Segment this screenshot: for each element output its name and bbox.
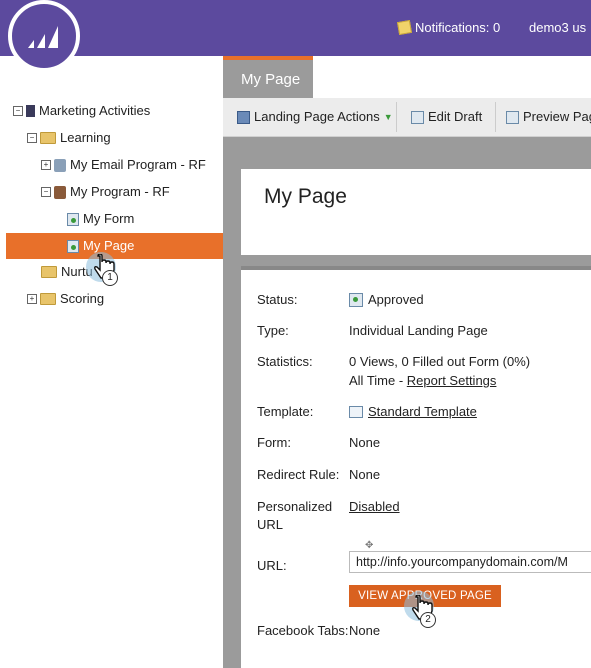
tree-label: My Program - RF — [70, 184, 170, 199]
toolbar-divider — [495, 102, 496, 132]
resize-handle-icon: ✥ — [365, 540, 374, 551]
folder-icon — [40, 293, 56, 305]
landing-page-actions-button[interactable]: Landing Page Actions ▼ — [237, 98, 393, 136]
tab-accent — [223, 56, 313, 60]
tree-item-email-program[interactable]: + My Email Program - RF — [41, 153, 206, 177]
tree-label: Marketing Activities — [39, 103, 151, 118]
type-label: Type: — [257, 323, 289, 338]
form-value: None — [349, 435, 381, 450]
template-value: Standard Template — [349, 404, 477, 419]
form-icon — [67, 212, 79, 226]
collapse-icon[interactable]: − — [13, 106, 23, 116]
expand-icon[interactable]: + — [27, 294, 37, 304]
notifications-label: Notifications: 0 — [415, 20, 501, 35]
folder-icon — [40, 132, 56, 144]
button-label: Edit Draft — [428, 109, 483, 124]
book-icon — [26, 105, 35, 117]
button-label: Preview Pag — [523, 109, 591, 124]
tab-my-page[interactable]: My Page — [223, 56, 313, 98]
toolbar-divider — [396, 102, 397, 132]
email-program-icon — [54, 158, 66, 172]
collapse-icon[interactable]: − — [41, 187, 51, 197]
title-panel: My Page — [241, 169, 591, 255]
page-title: My Page — [264, 185, 347, 208]
marketo-logo[interactable] — [8, 0, 80, 72]
personalized-url-label-2: URL — [257, 517, 284, 532]
edit-draft-button[interactable]: Edit Draft — [411, 98, 482, 136]
url-label: URL: — [257, 558, 287, 573]
preview-page-button[interactable]: Preview Pag — [506, 98, 591, 136]
approved-icon — [349, 292, 363, 307]
folder-icon — [41, 266, 57, 278]
facebook-tabs-value: None — [349, 623, 381, 638]
step-badge-1: 1 — [102, 270, 118, 286]
tree-item-nurture[interactable]: Nurtu — [41, 260, 93, 284]
preview-icon — [506, 110, 519, 124]
template-icon — [349, 405, 363, 418]
personalized-url-link[interactable]: Disabled — [349, 499, 400, 514]
template-label: Template: — [257, 404, 314, 419]
redirect-rule-label: Redirect Rule: — [257, 467, 340, 482]
toolbar: Landing Page Actions ▼ Edit Draft Previe… — [223, 98, 591, 137]
tree-item-learning[interactable]: − Learning — [27, 126, 111, 150]
logo-bars-icon — [28, 26, 58, 48]
tree-item-scoring[interactable]: + Scoring — [27, 287, 104, 311]
step-badge-2: 2 — [420, 612, 436, 628]
url-field[interactable]: http://info.yourcompanydomain.com/M — [349, 551, 591, 573]
redirect-rule-value: None — [349, 467, 381, 482]
edit-icon — [411, 110, 424, 124]
tree-label: Scoring — [60, 291, 105, 306]
actions-icon — [237, 110, 250, 124]
user-menu[interactable]: demo3 us — [529, 20, 586, 35]
expand-icon[interactable]: + — [41, 160, 51, 170]
program-icon — [54, 185, 66, 199]
tree-label: My Form — [83, 211, 135, 226]
form-label: Form: — [257, 435, 291, 450]
tree-item-program[interactable]: − My Program - RF — [41, 180, 170, 204]
chevron-down-icon: ▼ — [383, 112, 393, 122]
personalized-url-label: Personalized — [257, 499, 333, 514]
report-settings-link[interactable]: Report Settings — [407, 373, 497, 388]
statistics-time: All Time - Report Settings — [349, 373, 496, 388]
top-bar: Notifications: 0 demo3 us — [0, 0, 591, 56]
collapse-icon[interactable]: − — [27, 133, 37, 143]
landing-page-icon — [67, 239, 79, 253]
notifications-button[interactable]: Notifications: 0 — [396, 19, 501, 36]
button-label: Landing Page Actions — [254, 109, 380, 124]
template-link[interactable]: Standard Template — [368, 404, 477, 419]
status-value: Approved — [349, 292, 424, 307]
statistics-label: Statistics: — [257, 354, 313, 369]
type-value: Individual Landing Page — [349, 323, 488, 338]
facebook-tabs-label: Facebook Tabs: — [257, 623, 349, 638]
tree-label: Learning — [60, 130, 111, 145]
statistics-time-text: All Time - — [349, 373, 407, 388]
statistics-value: 0 Views, 0 Filled out Form (0%) — [349, 354, 531, 369]
tree-item-marketing-activities[interactable]: − Marketing Activities — [13, 99, 150, 123]
status-label: Status: — [257, 292, 298, 307]
tree-item-form[interactable]: My Form — [67, 207, 134, 231]
tree-label: My Email Program - RF — [70, 157, 206, 172]
notification-icon — [396, 19, 413, 36]
status-text: Approved — [368, 292, 424, 307]
